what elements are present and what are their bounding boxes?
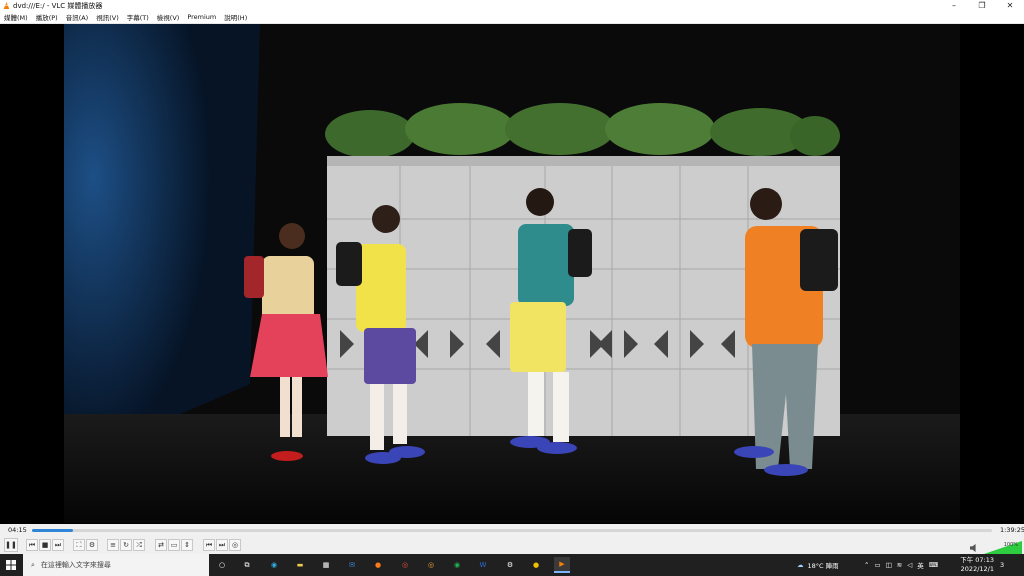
menu-help[interactable]: 說明(H) [220, 12, 251, 22]
chrome-icon[interactable]: ◎ [397, 557, 413, 573]
taskbar-search[interactable]: ⌕ 在這裡輸入文字來搜尋 [23, 554, 209, 576]
clock-time: 下午 07:13 [960, 556, 994, 564]
loop-button[interactable]: ↻ [120, 539, 132, 551]
menu-video[interactable]: 視訊(V) [92, 12, 123, 22]
fullscreen-button[interactable]: ⛶ [73, 539, 85, 551]
total-time[interactable]: 1:39:25 [1000, 526, 1024, 534]
word-icon[interactable]: W [475, 557, 491, 573]
previous-button[interactable]: ⏮ [26, 539, 38, 551]
search-placeholder: 在這裡輸入文字來搜尋 [40, 561, 111, 569]
file-explorer-icon[interactable]: ▬ [292, 557, 308, 573]
search-icon: ⌕ [31, 560, 35, 569]
elapsed-time[interactable]: 04:15 [8, 526, 27, 534]
extended-settings-button[interactable]: ⚙ [86, 539, 98, 551]
volume-label: 100% [1003, 542, 1018, 548]
seek-row: 04:15 1:39:25 [0, 524, 1024, 536]
snapshot-button[interactable]: ▭ [168, 539, 180, 551]
menu-premium[interactable]: Premium [183, 13, 220, 21]
vlc-cone-icon [3, 2, 10, 9]
wifi-icon[interactable]: ≋ [897, 561, 902, 569]
app-icon[interactable]: ● [528, 557, 544, 573]
window-title: dvd:///E:/ - VLC 媒體播放器 [13, 1, 103, 10]
speaker-icon[interactable] [970, 544, 978, 552]
weather-text: 18°C 陣雨 [807, 562, 839, 570]
chrome-canary-icon[interactable]: ◎ [423, 557, 439, 573]
previous-chapter-button[interactable]: ⏮ [203, 539, 215, 551]
system-tray: ⌃ ▭ ◫ ≋ ◁ 英 ⌨ [864, 554, 938, 576]
clock-date: 2022/12/1 [960, 565, 994, 573]
firefox-icon[interactable]: ● [370, 557, 386, 573]
windows-icon [6, 560, 16, 570]
frame-by-frame-button[interactable]: ⇕ [181, 539, 193, 551]
menu-subtitle[interactable]: 字幕(T) [123, 12, 153, 22]
menu-bar: 媒體(M) 播放(P) 音訊(A) 視訊(V) 字幕(T) 檢視(V) Prem… [0, 11, 1024, 24]
stop-button[interactable]: ■ [39, 539, 51, 551]
seek-progress [32, 529, 74, 532]
start-button[interactable] [0, 554, 22, 576]
pause-button[interactable]: ❚❚ [4, 538, 18, 552]
next-chapter-button[interactable]: ⏭ [216, 539, 228, 551]
volume-tray-icon[interactable]: ◁ [907, 561, 912, 569]
menu-view[interactable]: 檢視(V) [153, 12, 184, 22]
notification-button[interactable]: 3 [1000, 554, 1004, 576]
vlc-taskbar-icon[interactable]: ▶ [554, 557, 570, 573]
taskbar: ⌕ 在這裡輸入文字來搜尋 ○ ⧉ ◉ ▬ ▦ ✉ ● ◎ ◎ ◉ W ⚙ ● ▶… [0, 554, 1024, 576]
task-view-icon[interactable]: ⧉ [239, 557, 255, 573]
edge-icon[interactable]: ◉ [266, 557, 282, 573]
weather-widget[interactable]: ☁ 18°C 陣雨 [797, 554, 839, 576]
menu-audio[interactable]: 音訊(A) [62, 12, 93, 22]
network-icon[interactable]: ◫ [886, 561, 892, 569]
random-button[interactable]: ⤮ [133, 539, 145, 551]
minimize-button[interactable]: – [940, 0, 968, 11]
control-bar: ❚❚ ⏮ ■ ⏭ ⛶ ⚙ ≡ ↻ ⤮ ⇄ ▭ ⇕ ⏮ ⏭ ◎ [0, 536, 1024, 554]
cortana-icon[interactable]: ○ [214, 557, 230, 573]
ab-loop-button[interactable]: ⇄ [155, 539, 167, 551]
notification-count: 3 [1000, 561, 1005, 569]
next-button[interactable]: ⏭ [52, 539, 64, 551]
playlist-button[interactable]: ≡ [107, 539, 119, 551]
menu-media[interactable]: 媒體(M) [0, 12, 32, 22]
weather-icon: ☁ [797, 561, 804, 569]
spotify-icon[interactable]: ◉ [449, 557, 465, 573]
video-frame [64, 24, 960, 523]
chevron-up-icon[interactable]: ⌃ [864, 561, 869, 569]
menu-playback[interactable]: 播放(P) [32, 12, 62, 22]
video-display[interactable] [0, 24, 1024, 523]
seek-bar[interactable] [32, 529, 992, 532]
maximize-button[interactable]: ❐ [968, 0, 996, 11]
keyboard-icon[interactable]: ⌨ [929, 561, 938, 569]
close-button[interactable]: ✕ [996, 0, 1024, 11]
clock[interactable]: 下午 07:13 2022/12/1 [958, 554, 994, 576]
mail-icon[interactable]: ✉ [344, 557, 360, 573]
store-icon[interactable]: ▦ [318, 557, 334, 573]
ime-indicator[interactable]: 英 [917, 560, 924, 570]
settings-icon[interactable]: ⚙ [502, 557, 518, 573]
disc-menu-button[interactable]: ◎ [229, 539, 241, 551]
title-bar: dvd:///E:/ - VLC 媒體播放器 – ❐ ✕ [0, 0, 1024, 11]
battery-icon[interactable]: ▭ [874, 561, 880, 569]
